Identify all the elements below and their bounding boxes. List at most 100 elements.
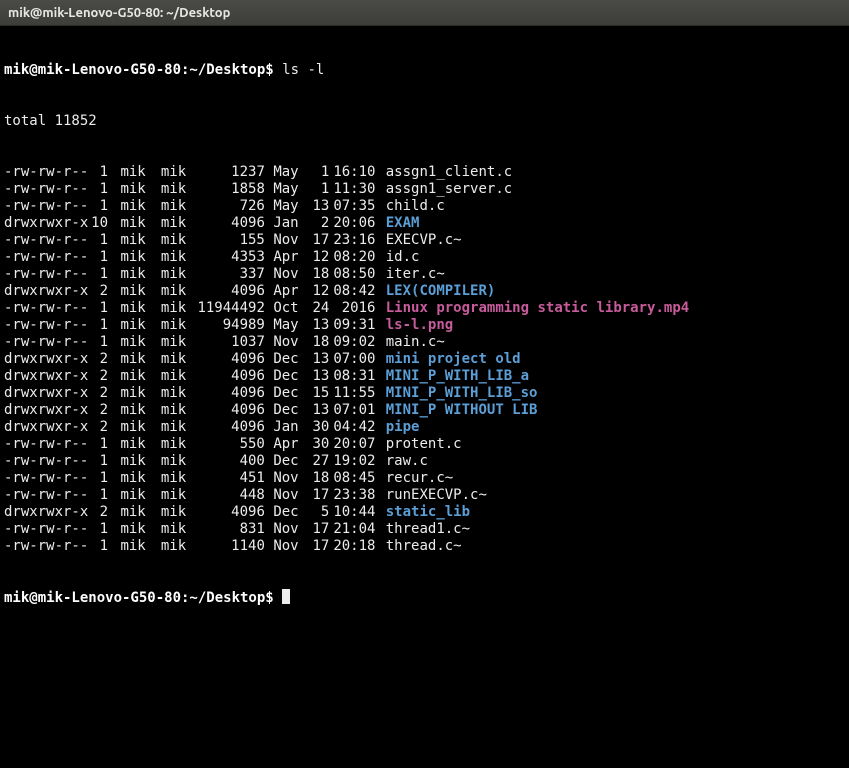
file-group: mik: [161, 521, 193, 538]
file-time: 11:55: [329, 385, 377, 402]
file-month: Dec: [273, 402, 305, 419]
file-permissions: drwxrwxr-x: [4, 402, 84, 419]
file-time: 16:10: [329, 164, 377, 181]
window-titlebar[interactable]: mik@mik-Lenovo-G50-80: ~/Desktop: [0, 0, 849, 26]
file-permissions: -rw-rw-r--: [4, 164, 84, 181]
file-day: 18: [305, 470, 329, 487]
file-group: mik: [161, 283, 193, 300]
file-month: Jan: [273, 419, 305, 436]
file-name: raw.c: [386, 453, 428, 469]
file-permissions: -rw-rw-r--: [4, 249, 84, 266]
terminal-viewport[interactable]: mik@mik-Lenovo-G50-80:~/Desktop$ ls -l t…: [0, 26, 849, 626]
file-row: -rw-rw-r--1 mik mik337 Nov1808:50 iter.c…: [4, 266, 845, 283]
file-size: 831: [193, 521, 265, 538]
file-time: 20:06: [329, 215, 377, 232]
file-size: 448: [193, 487, 265, 504]
file-permissions: drwxrwxr-x: [4, 504, 84, 521]
file-time: 07:35: [329, 198, 377, 215]
file-row: drwxrwxr-x10 mik mik4096 Jan220:06 EXAM: [4, 215, 845, 232]
file-time: 08:42: [329, 283, 377, 300]
file-month: Dec: [273, 351, 305, 368]
file-links: 1: [84, 453, 108, 470]
file-row: drwxrwxr-x2 mik mik4096 Dec1308:31 MINI_…: [4, 368, 845, 385]
file-links: 1: [84, 487, 108, 504]
file-day: 27: [305, 453, 329, 470]
file-owner: mik: [120, 436, 152, 453]
file-name: EXAM: [386, 215, 420, 231]
file-links: 1: [84, 164, 108, 181]
file-links: 1: [84, 470, 108, 487]
file-name: pipe: [386, 419, 420, 435]
file-links: 1: [84, 232, 108, 249]
file-owner: mik: [120, 504, 152, 521]
file-group: mik: [161, 504, 193, 521]
file-month: Dec: [273, 453, 305, 470]
file-owner: mik: [120, 385, 152, 402]
file-day: 17: [305, 487, 329, 504]
file-owner: mik: [120, 249, 152, 266]
window-title: mik@mik-Lenovo-G50-80: ~/Desktop: [8, 6, 230, 20]
file-row: -rw-rw-r--1 mik mik1237 May116:10 assgn1…: [4, 164, 845, 181]
file-name: thread.c~: [386, 538, 462, 554]
file-row: -rw-rw-r--1 mik mik550 Apr3020:07 proten…: [4, 436, 845, 453]
cursor: [282, 589, 290, 604]
file-name: static_lib: [386, 504, 470, 520]
file-size: 4353: [193, 249, 265, 266]
file-owner: mik: [120, 453, 152, 470]
file-group: mik: [161, 351, 193, 368]
file-permissions: drwxrwxr-x: [4, 351, 84, 368]
file-row: -rw-rw-r--1 mik mik11944492 Oct24 2016 L…: [4, 300, 845, 317]
file-owner: mik: [120, 351, 152, 368]
file-owner: mik: [120, 266, 152, 283]
file-month: Nov: [273, 334, 305, 351]
shell-prompt: mik@mik-Lenovo-G50-80:~/Desktop$: [4, 590, 282, 606]
prompt-line: mik@mik-Lenovo-G50-80:~/Desktop$ ls -l: [4, 62, 845, 79]
file-day: 13: [305, 317, 329, 334]
file-row: -rw-rw-r--1 mik mik155 Nov1723:16 EXECVP…: [4, 232, 845, 249]
file-time: 08:45: [329, 470, 377, 487]
file-group: mik: [161, 402, 193, 419]
file-size: 1858: [193, 181, 265, 198]
file-day: 13: [305, 198, 329, 215]
file-time: 11:30: [329, 181, 377, 198]
file-owner: mik: [120, 181, 152, 198]
file-group: mik: [161, 487, 193, 504]
file-time: 09:31: [329, 317, 377, 334]
file-links: 1: [84, 198, 108, 215]
file-name: id.c: [386, 249, 420, 265]
file-owner: mik: [120, 215, 152, 232]
file-name: child.c: [386, 198, 445, 214]
file-links: 2: [84, 402, 108, 419]
file-size: 1037: [193, 334, 265, 351]
file-name: LEX(COMPILER): [386, 283, 496, 299]
file-group: mik: [161, 181, 193, 198]
file-links: 10: [84, 215, 108, 232]
file-owner: mik: [120, 419, 152, 436]
file-month: Dec: [273, 385, 305, 402]
file-name: iter.c~: [386, 266, 445, 282]
file-owner: mik: [120, 470, 152, 487]
file-name: main.c~: [386, 334, 445, 350]
file-time: 20:07: [329, 436, 377, 453]
file-day: 12: [305, 249, 329, 266]
file-owner: mik: [120, 232, 152, 249]
file-day: 30: [305, 419, 329, 436]
file-row: -rw-rw-r--1 mik mik1037 Nov1809:02 main.…: [4, 334, 845, 351]
file-size: 4096: [193, 283, 265, 300]
file-name: MINI_P WITHOUT LIB: [386, 402, 538, 418]
file-size: 1237: [193, 164, 265, 181]
file-size: 4096: [193, 368, 265, 385]
file-day: 12: [305, 283, 329, 300]
file-group: mik: [161, 538, 193, 555]
file-links: 1: [84, 266, 108, 283]
file-size: 451: [193, 470, 265, 487]
file-group: mik: [161, 334, 193, 351]
file-row: drwxrwxr-x2 mik mik4096 Dec1307:01 MINI_…: [4, 402, 845, 419]
file-row: drwxrwxr-x2 mik mik4096 Dec510:44 static…: [4, 504, 845, 521]
file-links: 1: [84, 300, 108, 317]
file-group: mik: [161, 368, 193, 385]
file-day: 17: [305, 538, 329, 555]
file-name: ls-l.png: [386, 317, 453, 333]
file-row: -rw-rw-r--1 mik mik94989 May1309:31 ls-l…: [4, 317, 845, 334]
file-permissions: -rw-rw-r--: [4, 436, 84, 453]
